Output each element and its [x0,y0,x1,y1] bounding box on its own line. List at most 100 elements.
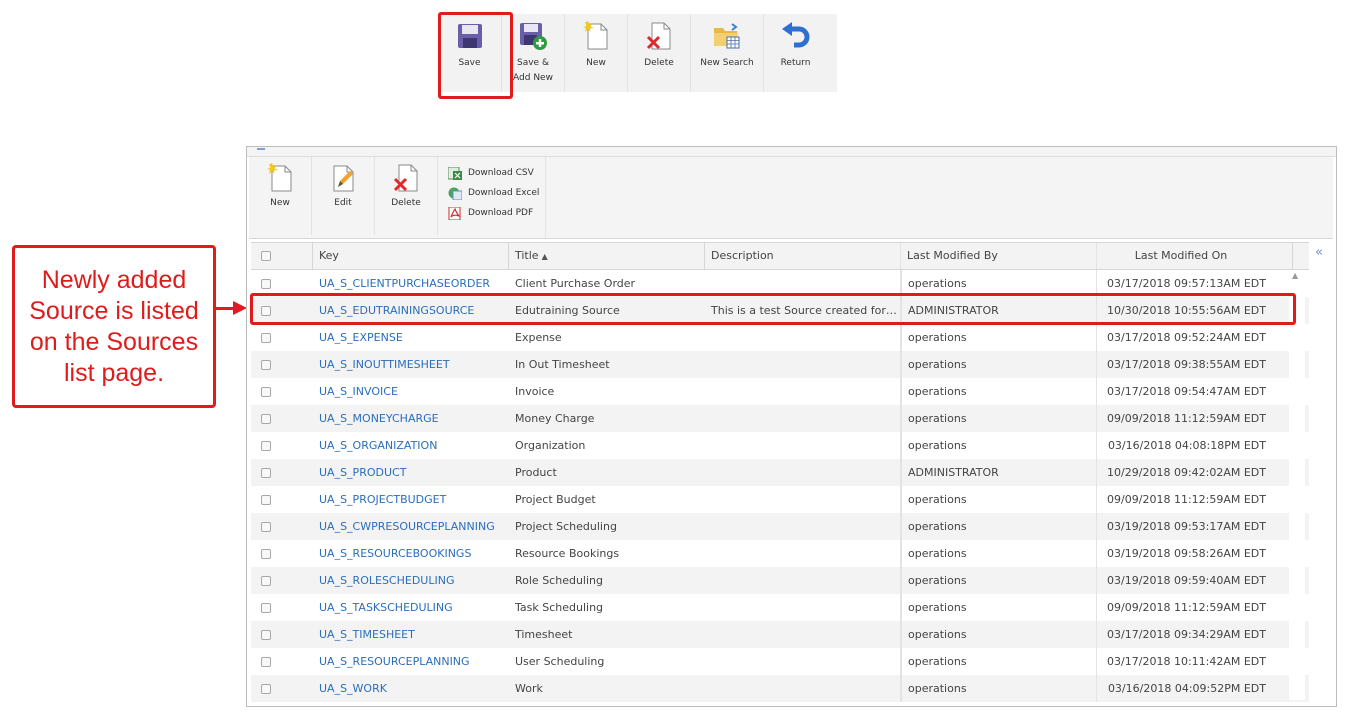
row-checkbox-cell[interactable] [251,270,313,297]
row-checkbox[interactable] [261,279,271,289]
collapse-panel-icon[interactable]: « [1315,245,1323,260]
key-link[interactable]: UA_S_PROJECTBUDGET [313,486,509,513]
table-row[interactable]: UA_S_CWPRESOURCEPLANNING Project Scheduli… [251,513,1309,540]
table-row[interactable]: UA_S_RESOURCEBOOKINGS Resource Bookings op… [251,540,1309,567]
table-row[interactable]: UA_S_ROLESCHEDULING Role Scheduling operat… [251,567,1309,594]
key-link[interactable]: UA_S_MONEYCHARGE [313,405,509,432]
return-button[interactable]: Return [764,14,827,92]
key-link[interactable]: UA_S_PRODUCT [313,459,509,486]
key-link[interactable]: UA_S_RESOURCEBOOKINGS [313,540,509,567]
delete-button[interactable]: Delete [628,14,691,92]
last-modified-on-cell: 03/19/2018 09:59:40AM EDT [1107,574,1266,587]
select-all-checkbox[interactable] [261,251,271,261]
column-header-last-modified-on[interactable]: Last Modified On [1097,243,1293,269]
row-checkbox-cell[interactable] [251,621,313,648]
row-checkbox[interactable] [261,522,271,532]
row-checkbox-cell[interactable] [251,540,313,567]
row-checkbox-cell[interactable] [251,405,313,432]
select-all-checkbox-cell[interactable] [251,243,313,269]
download-excel-link[interactable]: Download Excel [448,183,545,203]
row-checkbox[interactable] [261,495,271,505]
description-cell [705,540,901,567]
row-checkbox-cell[interactable] [251,675,313,702]
list-delete-button[interactable]: Delete [375,157,438,235]
key-link[interactable]: UA_S_INOUTTIMESHEET [313,351,509,378]
description-cell [705,594,901,621]
row-checkbox-cell[interactable] [251,594,313,621]
table-row[interactable]: UA_S_PROJECTBUDGET Project Budget operatio… [251,486,1309,513]
last-modified-on-cell: 03/16/2018 04:08:18PM EDT [1107,439,1266,452]
row-checkbox[interactable] [261,306,271,316]
key-link[interactable]: UA_S_EXPENSE [313,324,509,351]
grid-scrollbar[interactable] [1289,270,1305,700]
last-modified-by-cell: operations [901,540,1097,567]
key-link[interactable]: UA_S_TIMESHEET [313,621,509,648]
table-row[interactable]: UA_S_EXPENSE Expense operations 03/17/2018 … [251,324,1309,351]
last-modified-by-cell: operations [901,270,1097,297]
description-cell [705,432,901,459]
table-row[interactable]: UA_S_RESOURCEPLANNING User Scheduling oper… [251,648,1309,675]
scroll-up-arrow-icon[interactable]: ▲ [1292,271,1298,280]
table-row[interactable]: UA_S_INOUTTIMESHEET In Out Timesheet opera… [251,351,1309,378]
table-row[interactable]: UA_S_MONEYCHARGE Money Charge operations 09… [251,405,1309,432]
table-row[interactable]: UA_S_CLIENTPURCHASEORDER Client Purchase … [251,270,1309,297]
new-search-button[interactable]: New Search [691,14,764,92]
key-link[interactable]: UA_S_INVOICE [313,378,509,405]
key-link[interactable]: UA_S_ORGANIZATION [313,432,509,459]
download-csv-label: Download CSV [468,168,534,178]
description-cell [705,567,901,594]
key-link[interactable]: UA_S_CLIENTPURCHASEORDER [313,270,509,297]
key-link[interactable]: UA_S_TASKSCHEDULING [313,594,509,621]
download-pdf-link[interactable]: Download PDF [448,203,545,223]
list-toolbar: New Edit Delete Download CSV Download Ex… [249,157,1333,239]
table-row[interactable]: UA_S_TIMESHEET Timesheet operations 03/17/2… [251,621,1309,648]
row-checkbox-cell[interactable] [251,351,313,378]
row-checkbox[interactable] [261,576,271,586]
row-checkbox[interactable] [261,603,271,613]
row-checkbox[interactable] [261,387,271,397]
new-button[interactable]: New [565,14,628,92]
row-checkbox[interactable] [261,333,271,343]
title-cell: Product [515,466,557,479]
csv-file-icon [448,166,462,180]
row-checkbox-cell[interactable] [251,513,313,540]
key-link[interactable]: UA_S_WORK [313,675,509,702]
row-checkbox-cell[interactable] [251,432,313,459]
table-row[interactable]: UA_S_ORGANIZATION Organization operations 0… [251,432,1309,459]
column-header-key[interactable]: Key [313,243,509,269]
last-modified-on-cell: 09/09/2018 11:12:59AM EDT [1107,412,1266,425]
key-link[interactable]: UA_S_CWPRESOURCEPLANNING [313,513,509,540]
row-checkbox-cell[interactable] [251,648,313,675]
table-row[interactable]: UA_S_WORK Work operations 03/16/2018 04:09:… [251,675,1309,702]
row-checkbox[interactable] [261,360,271,370]
list-new-button[interactable]: New [249,157,312,235]
row-checkbox[interactable] [261,468,271,478]
download-csv-link[interactable]: Download CSV [448,163,545,183]
key-link[interactable]: UA_S_RESOURCEPLANNING [313,648,509,675]
key-link[interactable]: UA_S_EDUTRAININGSOURCE [313,297,509,324]
row-checkbox[interactable] [261,441,271,451]
row-checkbox[interactable] [261,630,271,640]
row-checkbox-cell[interactable] [251,297,313,324]
row-checkbox-cell[interactable] [251,567,313,594]
table-row[interactable]: UA_S_TASKSCHEDULING Task Scheduling operat… [251,594,1309,621]
column-header-description[interactable]: Description [705,243,901,269]
table-row[interactable]: UA_S_PRODUCT Product ADMINISTRATOR 10/29/20… [251,459,1309,486]
save-add-new-button[interactable]: Save & Add New [502,14,565,92]
description-cell [705,648,901,675]
key-link[interactable]: UA_S_ROLESCHEDULING [313,567,509,594]
row-checkbox-cell[interactable] [251,324,313,351]
row-checkbox[interactable] [261,657,271,667]
save-button[interactable]: Save [438,14,502,92]
table-row[interactable]: UA_S_INVOICE Invoice operations 03/17/2018 … [251,378,1309,405]
column-header-last-modified-by[interactable]: Last Modified By [901,243,1097,269]
row-checkbox-cell[interactable] [251,378,313,405]
row-checkbox-cell[interactable] [251,459,313,486]
row-checkbox[interactable] [261,684,271,694]
column-header-title[interactable]: Title ▲ [509,243,705,269]
row-checkbox[interactable] [261,549,271,559]
row-checkbox-cell[interactable] [251,486,313,513]
row-checkbox[interactable] [261,414,271,424]
list-edit-button[interactable]: Edit [312,157,375,235]
table-row[interactable]: UA_S_EDUTRAININGSOURCE Edutraining Source… [251,297,1309,324]
